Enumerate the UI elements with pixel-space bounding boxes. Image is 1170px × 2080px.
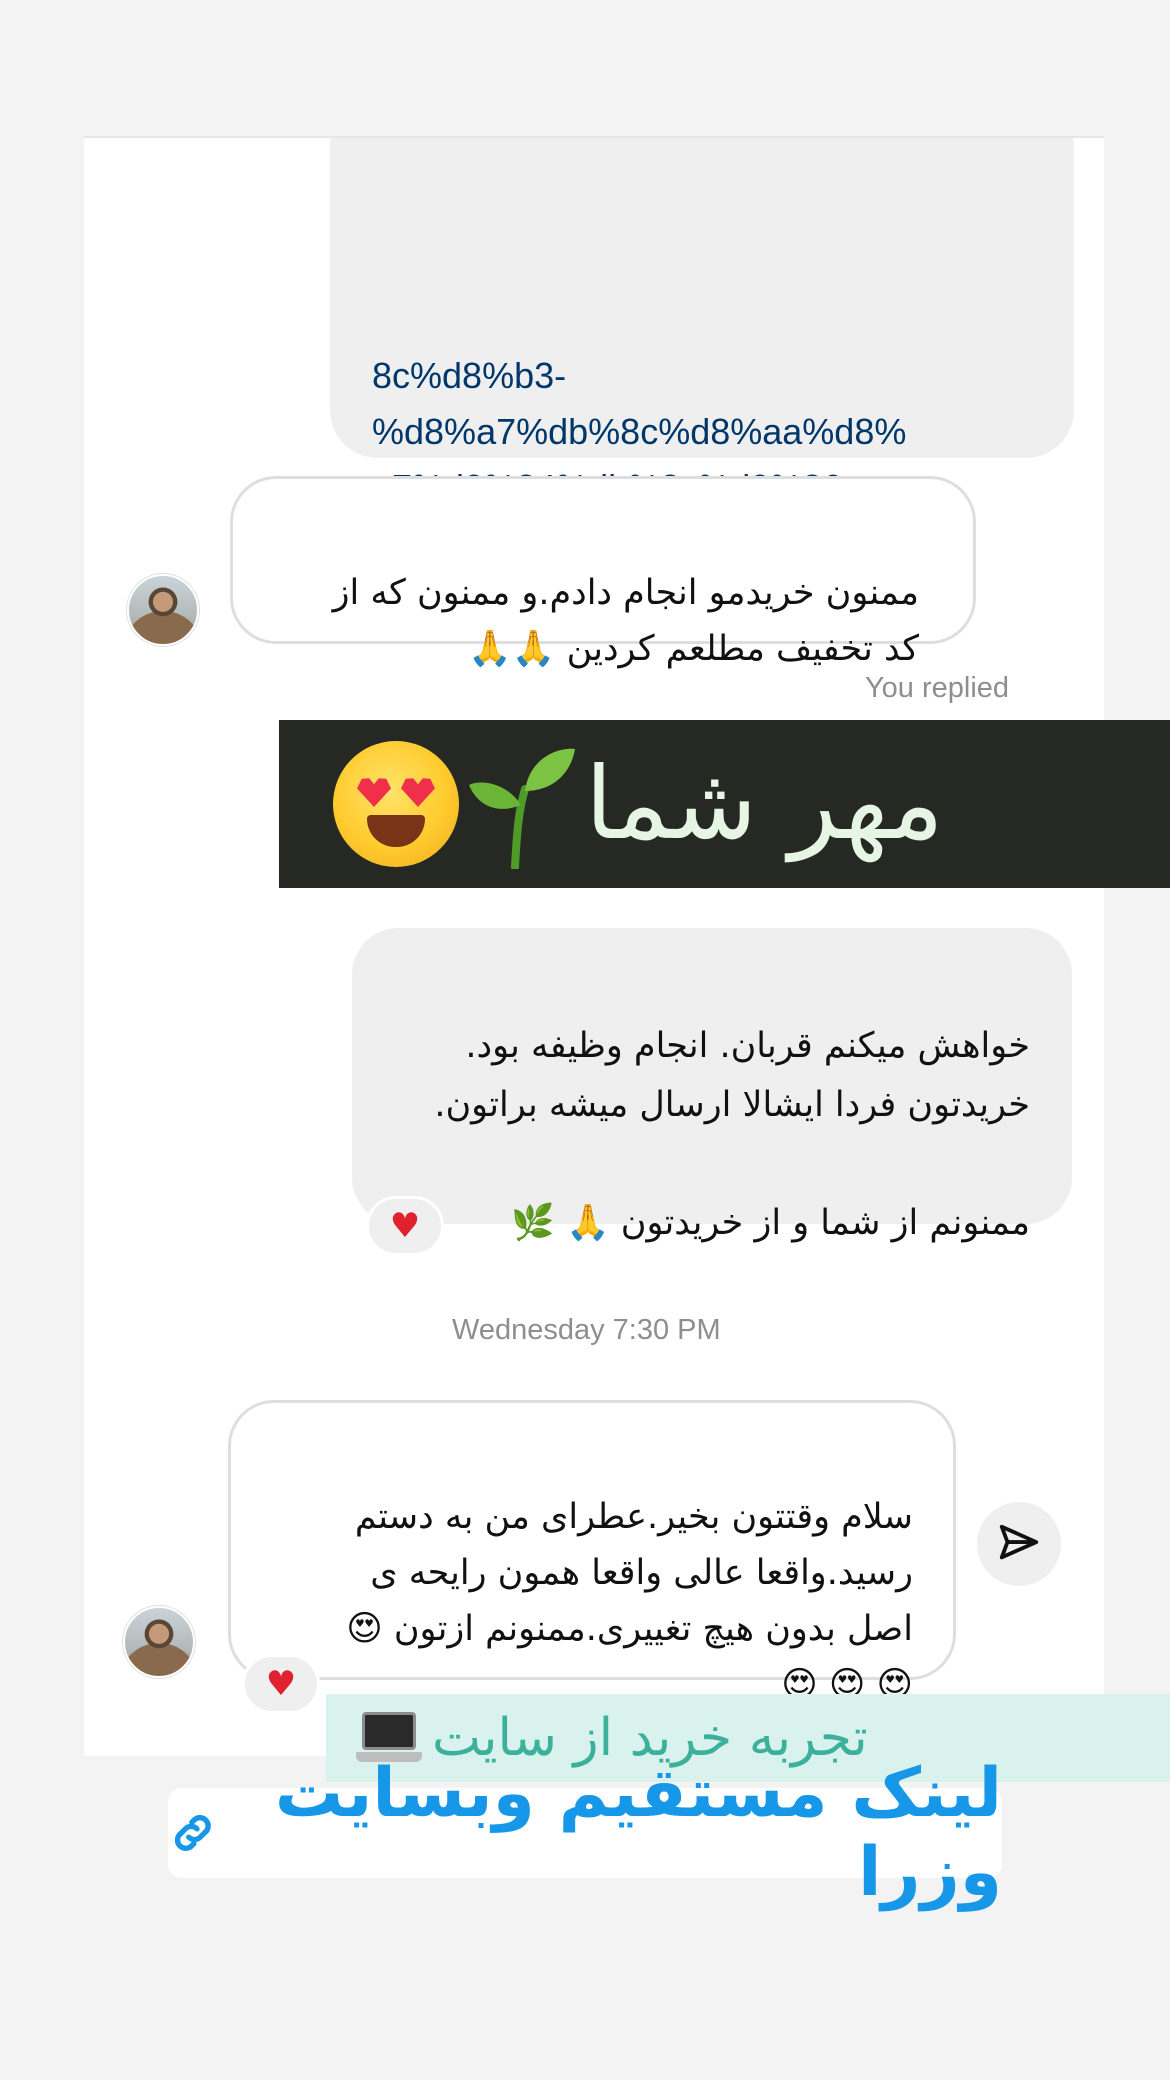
outgoing-message-text: خواهش میکنم قربان. انجام وظیفه بود. خرید… <box>434 1026 1030 1243</box>
seedling-emoji-icon <box>469 748 575 869</box>
story-text-banner: مهر شما <box>279 720 1170 888</box>
you-replied-label: You replied <box>865 672 1010 704</box>
incoming-message-text: ممنون خریدمو انجام دادم.و ممنون که از کد… <box>332 573 919 669</box>
dm-conversation: 8c%d8%b3- %d8%a7%db%8c%d8%aa%d8% a7%d9%8… <box>84 136 1104 1756</box>
heart-icon: ♥ <box>389 1206 421 1246</box>
link-icon <box>174 1815 211 1851</box>
heart-eyes-emoji-icon <box>333 741 459 867</box>
sender-avatar[interactable] <box>127 574 199 646</box>
timestamp-label: Wednesday 7:30 PM <box>452 1314 721 1346</box>
link-message-bubble[interactable]: 8c%d8%b3- %d8%a7%db%8c%d8%aa%d8% a7%d9%8… <box>330 138 1074 620</box>
banner-text: مهر شما <box>585 745 944 862</box>
incoming-message-text: سلام وقتتون بخیر.عطرای من به دستم رسید.و… <box>346 1497 913 1705</box>
share-button[interactable] <box>977 1502 1061 1586</box>
website-link-sticker[interactable]: لینک مستقیم وبسایت وزرا <box>168 1754 1002 1912</box>
heart-reaction[interactable]: ♥ <box>366 1196 444 1256</box>
incoming-message-bubble[interactable]: ممنون خریدمو انجام دادم.و ممنون که از کد… <box>230 476 976 669</box>
sender-avatar[interactable] <box>123 1606 195 1678</box>
heart-reaction[interactable]: ♥ <box>242 1654 320 1714</box>
paper-plane-icon <box>999 1524 1039 1560</box>
outgoing-message-bubble[interactable]: خواهش میکنم قربان. انجام وظیفه بود. خرید… <box>352 928 1072 1243</box>
heart-icon: ♥ <box>265 1664 297 1704</box>
link-sticker-text[interactable]: لینک مستقیم وبسایت وزرا <box>236 1754 1002 1912</box>
incoming-message-bubble[interactable]: سلام وقتتون بخیر.عطرای من به دستم رسید.و… <box>228 1400 956 1705</box>
